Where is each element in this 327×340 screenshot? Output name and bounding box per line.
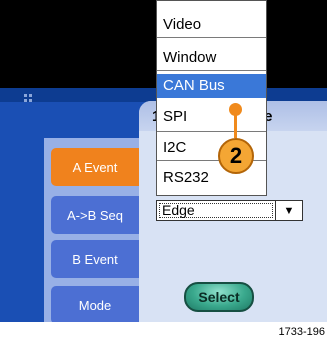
tab-a-event[interactable]: A Event — [51, 148, 139, 186]
chevron-down-icon[interactable]: ▼ — [275, 201, 302, 220]
tab-a-b-seq[interactable]: A->B Seq — [51, 196, 139, 234]
grip-icon[interactable] — [24, 94, 34, 104]
select-button[interactable]: Select — [184, 282, 254, 312]
option-can-bus[interactable]: CAN Bus — [157, 74, 266, 98]
option-divider — [157, 131, 266, 132]
callout-badge: 2 — [218, 138, 254, 174]
callout-pointer — [229, 103, 242, 116]
oscilloscope-screen: 1 ge A Event A->B Seq B Event Mode pe Ed… — [0, 0, 327, 322]
tab-mode[interactable]: Mode — [51, 286, 139, 322]
figure-id: 1733-196 — [278, 326, 326, 338]
option-divider — [157, 37, 266, 38]
option-rs232[interactable]: RS232 — [157, 166, 266, 190]
trigger-type-value: Edge — [162, 202, 195, 218]
option-video[interactable]: Video — [157, 13, 266, 37]
option-spi[interactable]: SPI — [157, 105, 266, 129]
option-divider — [157, 70, 266, 71]
tab-b-event[interactable]: B Event — [51, 240, 139, 278]
trigger-type-select[interactable]: Edge ▼ — [156, 200, 303, 221]
option-window[interactable]: Window — [157, 46, 266, 70]
